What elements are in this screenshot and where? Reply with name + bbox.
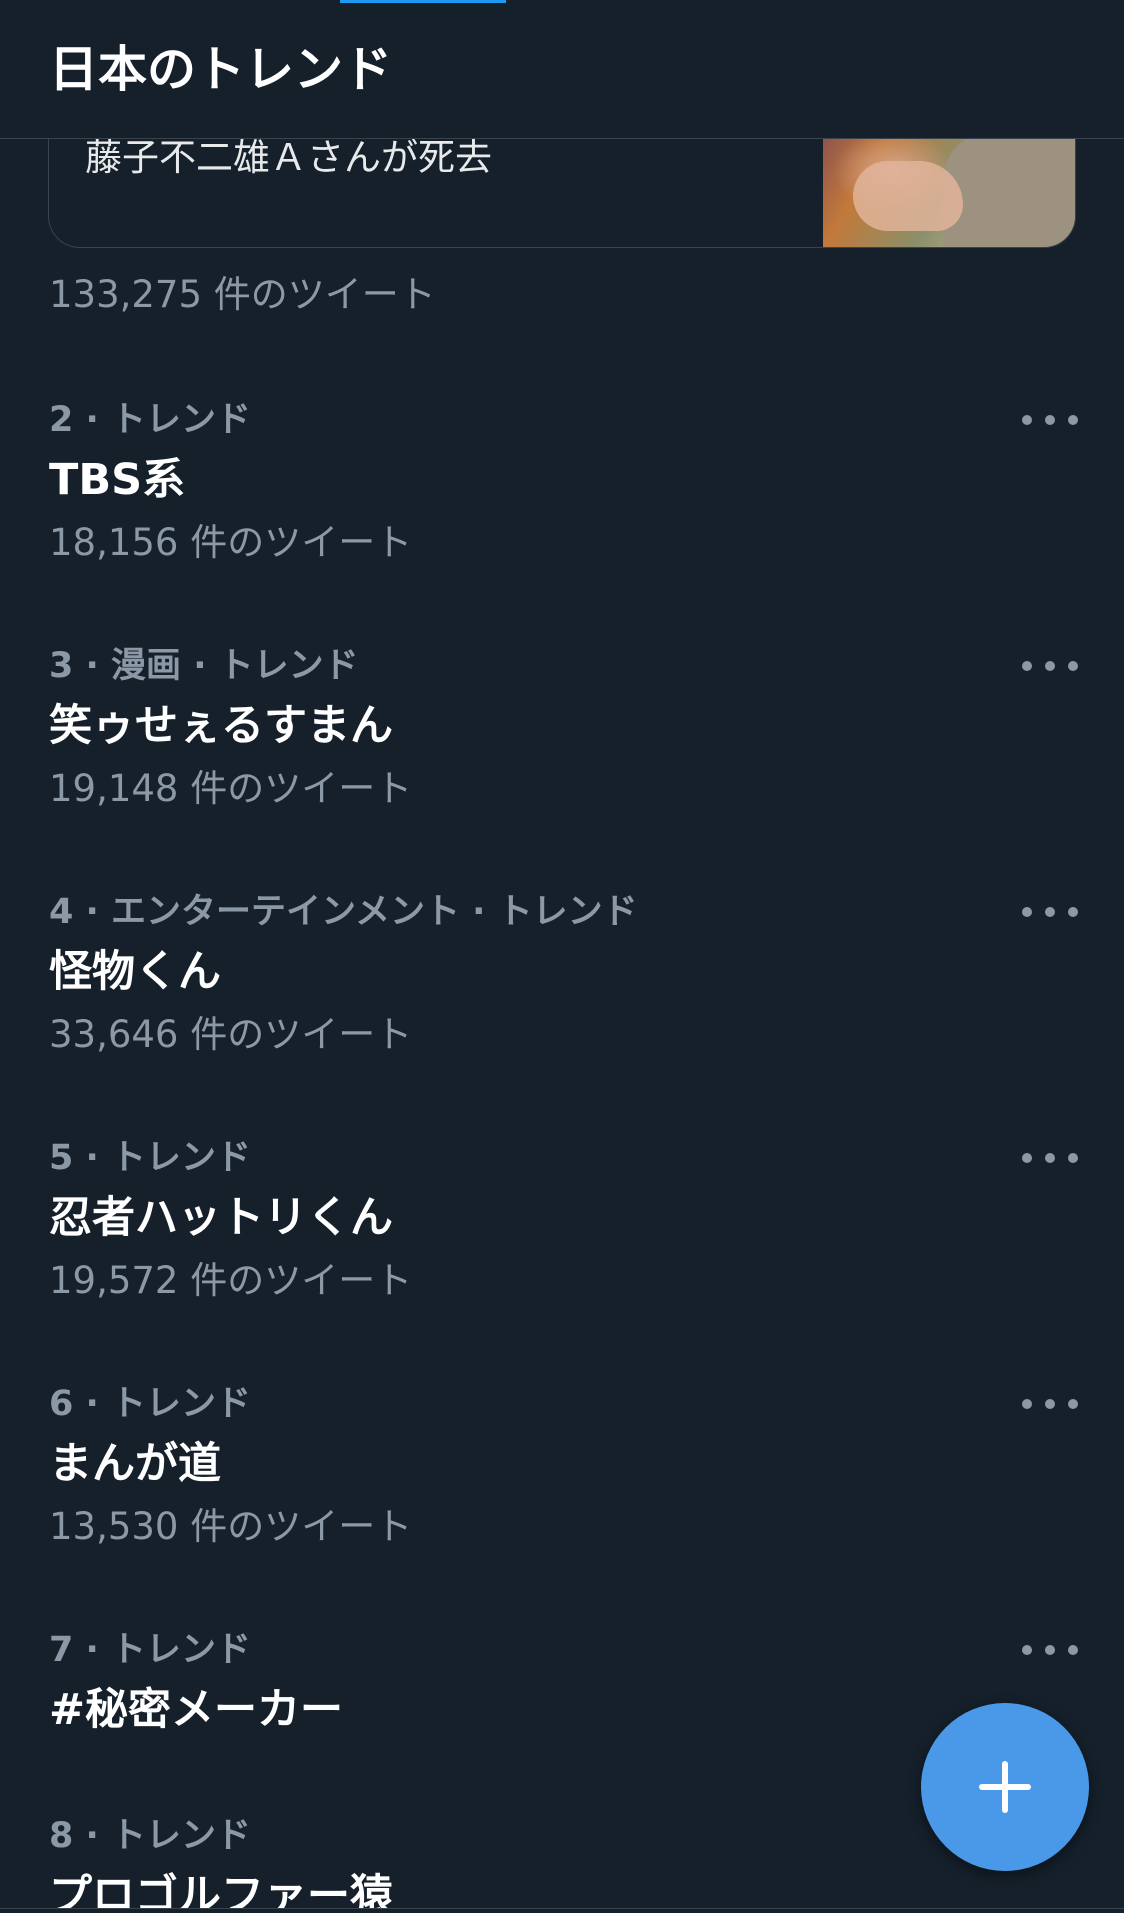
trend-title: まんが道 (49, 1439, 221, 1489)
thumbnail-hand (853, 161, 963, 231)
trend-title: プロゴルファー猿 (49, 1871, 393, 1908)
more-icon[interactable] (1022, 648, 1078, 684)
trend-meta: 5 · トレンド (49, 1138, 252, 1178)
more-icon[interactable] (1022, 1140, 1078, 1176)
trend-item[interactable]: 4 · エンターテインメント · トレンド 怪物くん 33,646 件のツイート (0, 888, 1124, 1134)
trend-title: 忍者ハットリくん (49, 1193, 393, 1243)
more-icon[interactable] (1022, 894, 1078, 930)
trend-tweet-count: 19,572 件のツイート (49, 1259, 413, 1302)
page-title: 日本のトレンド (49, 41, 393, 98)
featured-tweet-count: 133,275 件のツイート (49, 273, 436, 316)
more-icon[interactable] (1022, 1632, 1078, 1668)
trend-meta: 8 · トレンド (49, 1816, 252, 1856)
trends-list: 藤子不二雄Ａさんが死去 133,275 件のツイート 2 · トレンド TBS系… (0, 0, 1124, 1913)
trend-title: 怪物くん (49, 947, 221, 997)
compose-button[interactable] (921, 1703, 1089, 1871)
trend-item[interactable]: 2 · トレンド TBS系 18,156 件のツイート (0, 396, 1124, 642)
trend-meta: 6 · トレンド (49, 1384, 252, 1424)
trend-meta: 2 · トレンド (49, 400, 252, 440)
trend-item[interactable]: 6 · トレンド まんが道 13,530 件のツイート (0, 1380, 1124, 1626)
trend-tweet-count: 13,530 件のツイート (49, 1505, 413, 1548)
trend-item[interactable]: 3 · 漫画 · トレンド 笑ゥせぇるすまん 19,148 件のツイート (0, 642, 1124, 888)
more-icon[interactable] (1022, 1386, 1078, 1422)
trend-title: TBS系 (49, 455, 186, 505)
tab-indicator (340, 0, 506, 3)
trend-tweet-count: 18,156 件のツイート (49, 521, 413, 564)
featured-headline: 藤子不二雄Ａさんが死去 (85, 136, 492, 179)
trend-tweet-count: 19,148 件のツイート (49, 767, 413, 810)
trend-title: #秘密メーカー (49, 1685, 344, 1735)
trend-tweet-count: 33,646 件のツイート (49, 1013, 413, 1056)
page-header: 日本のトレンド (0, 0, 1124, 139)
trend-meta: 4 · エンターテインメント · トレンド (49, 892, 638, 932)
bottom-divider (0, 1908, 1124, 1909)
trend-item[interactable]: 5 · トレンド 忍者ハットリくん 19,572 件のツイート (0, 1134, 1124, 1380)
trend-title: 笑ゥせぇるすまん (49, 701, 393, 751)
trend-meta: 3 · 漫画 · トレンド (49, 646, 359, 686)
trend-meta: 7 · トレンド (49, 1630, 252, 1670)
thumbnail-sleeve (943, 131, 1075, 247)
plus-icon-vertical (1002, 1761, 1008, 1813)
more-icon[interactable] (1022, 402, 1078, 438)
